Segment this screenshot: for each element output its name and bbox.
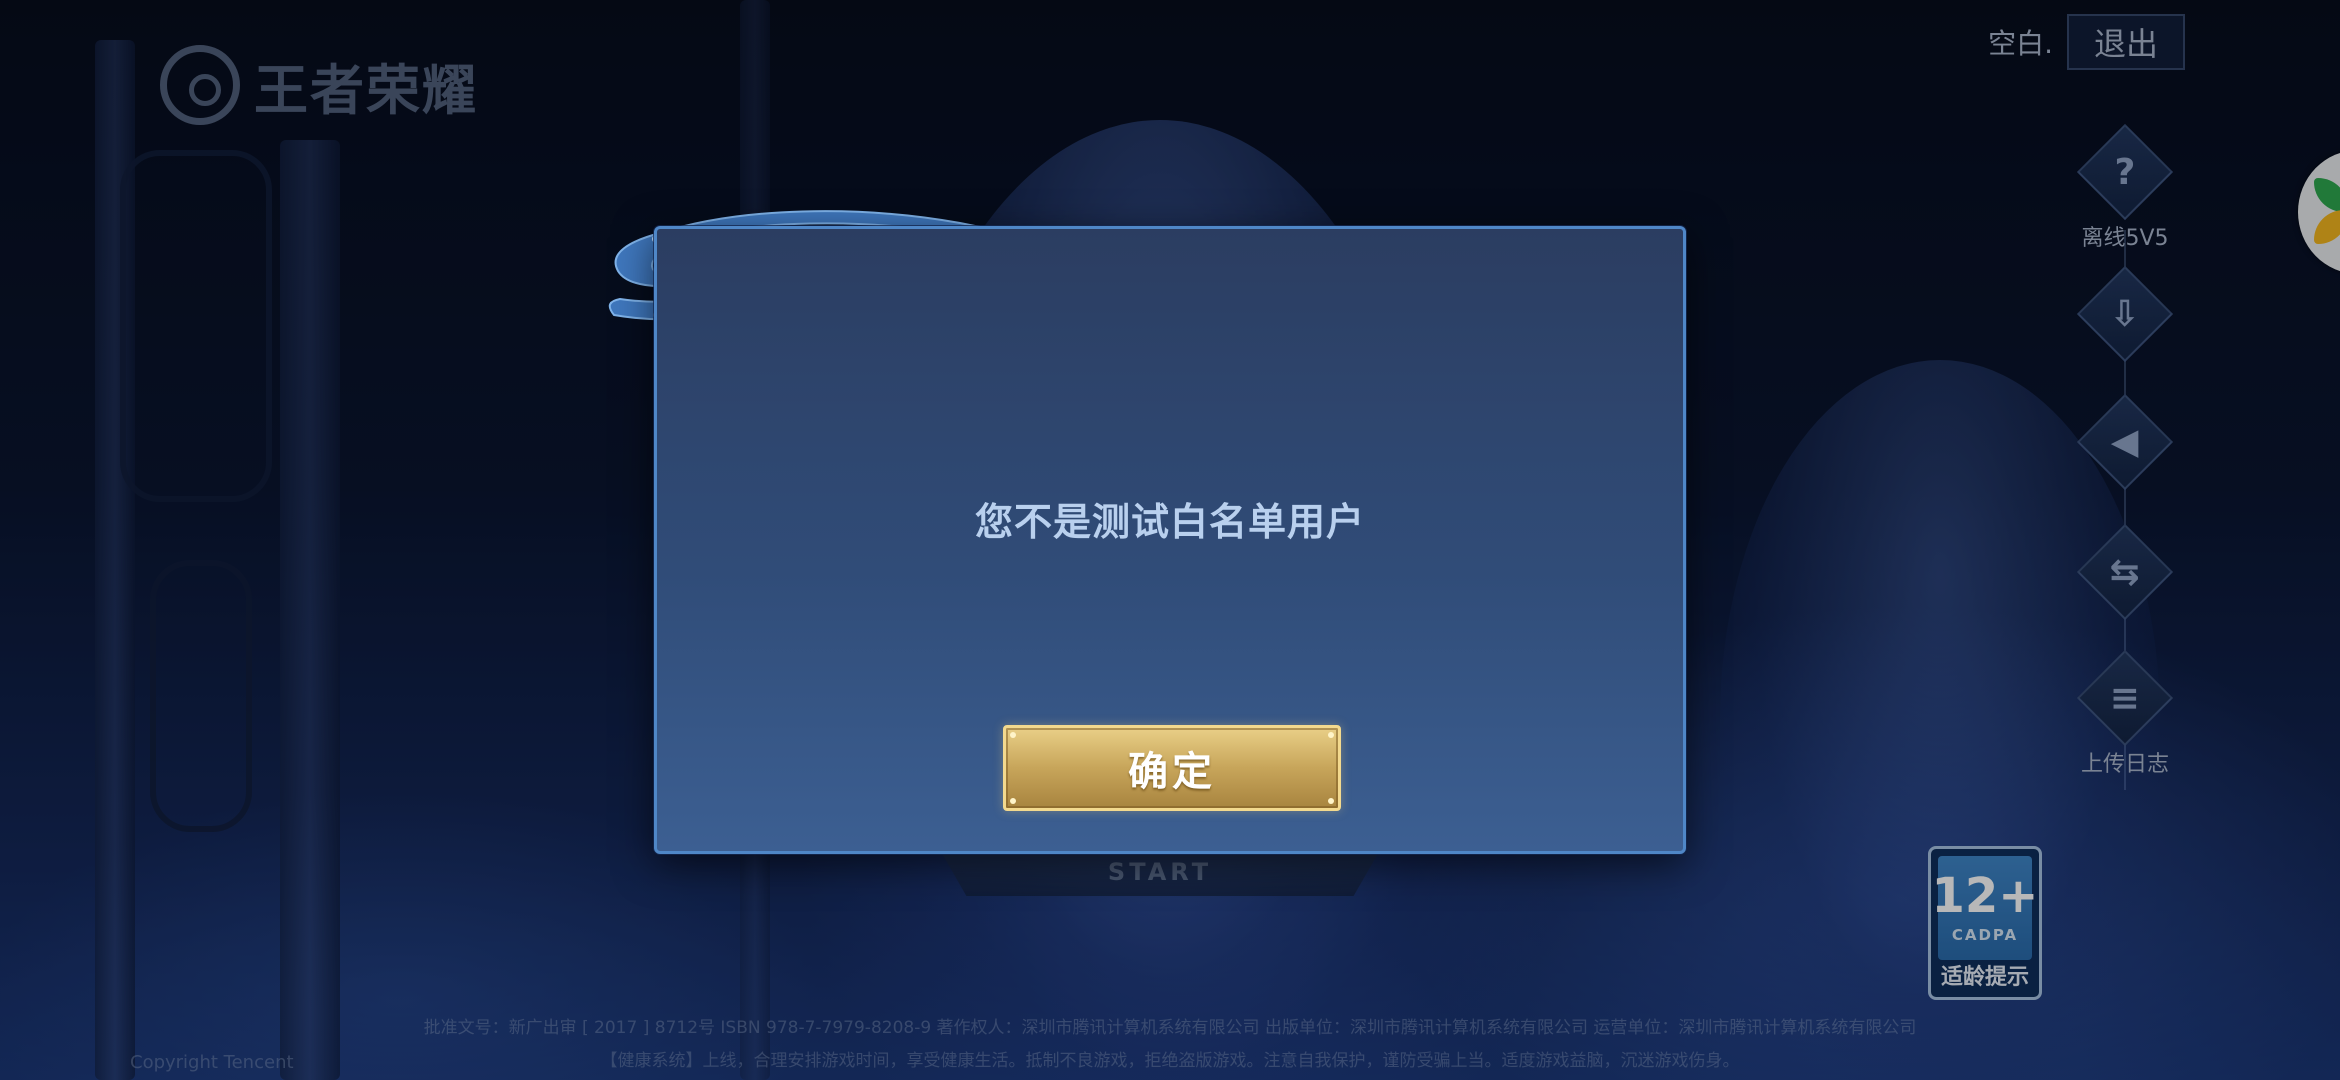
dialog-message: 您不是测试白名单用户: [974, 500, 1365, 544]
button-corner-dot: [1328, 732, 1334, 738]
confirm-button[interactable]: 确定: [1003, 725, 1341, 811]
error-dialog: 您不是测试白名单用户 确定: [654, 226, 1686, 854]
confirm-button-label: 确定: [1128, 749, 1216, 795]
button-corner-dot: [1328, 798, 1334, 804]
button-corner-dot: [1010, 798, 1016, 804]
button-corner-dot: [1010, 732, 1016, 738]
